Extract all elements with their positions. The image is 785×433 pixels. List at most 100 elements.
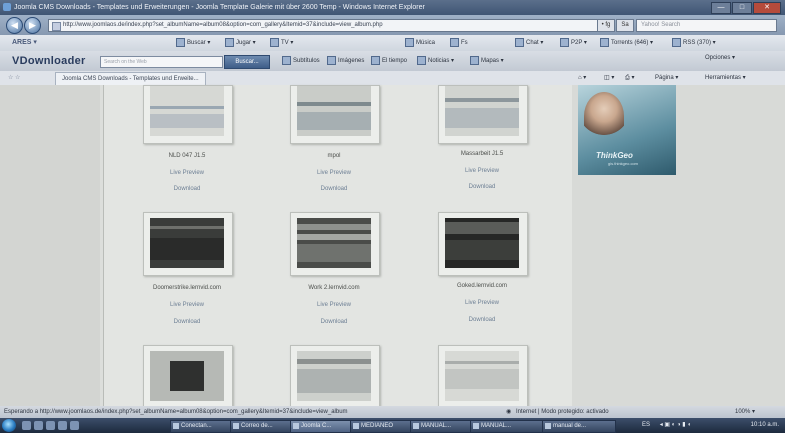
template-thumbnail[interactable] — [290, 212, 380, 276]
template-name: NLD 047 J1.5 — [168, 153, 206, 159]
download-link[interactable]: Download — [127, 319, 247, 325]
template-thumbnail[interactable] — [438, 212, 528, 276]
toolbar-item-imagenes[interactable]: Imágenes — [327, 51, 364, 71]
toolbar-item-fs[interactable]: Fs — [450, 35, 468, 51]
live-preview-link[interactable]: Live Preview — [127, 170, 247, 176]
live-preview-link[interactable]: Live Preview — [127, 302, 247, 308]
toolbar-item-p2p[interactable]: P2P ▾ — [560, 35, 587, 51]
toolbar-item-jugar[interactable]: Jugar ▾ — [225, 35, 256, 51]
address-bar[interactable]: http://www.joomlaos.de/index.php?set_alb… — [48, 19, 609, 32]
toolbar-search-button[interactable]: Buscar... — [224, 55, 270, 69]
live-preview-link[interactable]: Live Preview — [274, 170, 394, 176]
app-icon — [173, 423, 179, 429]
web-search-input[interactable]: Yahoo! Search — [636, 19, 777, 32]
template-name: Work 2.lernvid.com — [308, 285, 360, 291]
ie-icon — [3, 3, 11, 11]
navigation-bar: ◀ ▶ http://www.joomlaos.de/index.php?set… — [0, 15, 785, 35]
compatibility-button[interactable]: • fg — [597, 19, 615, 32]
toolbar-item-musica[interactable]: Música — [405, 35, 435, 51]
quick-launch-icon[interactable] — [34, 421, 43, 430]
toolbar-item-torrents[interactable]: Torrents (646) ▾ — [600, 35, 653, 51]
ares-toolbar: ARES ▾ Buscar ▾ Jugar ▾ TV ▾ Música Fs C… — [0, 35, 785, 51]
subtitles-icon — [282, 55, 291, 65]
feeds-icon[interactable]: ◫ ▾ — [604, 71, 614, 85]
template-thumbnail[interactable] — [290, 85, 380, 144]
template-name: Goked.lernvid.com — [456, 283, 508, 289]
toolbar-item-mapas[interactable]: Mapas ▾ — [470, 51, 504, 71]
print-icon[interactable]: ⎙ ▾ — [625, 71, 634, 85]
security-zone: Internet | Modo protegido: activado — [516, 409, 609, 415]
template-thumbnail[interactable] — [438, 85, 528, 144]
home-icon[interactable]: ⌂ ▾ — [578, 71, 586, 85]
download-link[interactable]: Download — [422, 184, 542, 190]
forward-button[interactable]: ▶ — [24, 17, 41, 34]
taskbar-item[interactable]: manual de... — [542, 420, 616, 433]
taskbar-item[interactable]: MANUAL... — [410, 420, 474, 433]
start-button[interactable] — [2, 419, 16, 432]
options-button[interactable]: Opciones ▾ — [705, 48, 735, 68]
download-link[interactable]: Download — [422, 317, 542, 323]
taskbar-item[interactable]: MEDIANEO — [350, 420, 414, 433]
language-indicator[interactable]: ES — [642, 422, 650, 428]
address-text: http://www.joomlaos.de/index.php?set_alb… — [63, 22, 383, 28]
zoom-level[interactable]: 100% ▾ — [735, 406, 755, 418]
taskbar-item-active[interactable]: Joomla C... — [290, 420, 354, 433]
back-button[interactable]: ◀ — [6, 17, 23, 34]
ares-brand[interactable]: ARES ▾ — [12, 35, 37, 51]
tab-row: ☆ ☆ Joomla CMS Downloads - Templates und… — [0, 71, 785, 86]
clock[interactable]: 10:10 a.m. — [751, 420, 779, 431]
taskbar-item[interactable]: Correo de... — [230, 420, 294, 433]
tab-joomla[interactable]: Joomla CMS Downloads - Templates und Erw… — [55, 72, 206, 85]
facebook-icon — [450, 37, 459, 47]
status-bar: Esperando a http://www.joomlaos.de/index… — [0, 406, 785, 418]
system-tray: ES ◂ ▣ ◐ ◑ ▮ ◖ 10:10 a.m. — [642, 420, 785, 431]
app-icon — [233, 423, 239, 429]
word-icon — [545, 423, 551, 429]
toolbar-item-tv[interactable]: TV ▾ — [270, 35, 293, 51]
quick-launch-icon[interactable] — [46, 421, 55, 430]
word-icon — [473, 423, 479, 429]
download-link[interactable]: Download — [274, 186, 394, 192]
template-screenshot — [445, 86, 519, 136]
torrent-icon — [600, 37, 609, 47]
refresh-button[interactable]: Sa — [616, 19, 634, 32]
tv-icon — [270, 37, 279, 47]
template-thumbnail[interactable] — [143, 85, 233, 144]
toolbar-item-buscar[interactable]: Buscar ▾ — [176, 35, 210, 51]
maximize-button[interactable]: □ — [732, 2, 752, 14]
toolbar-item-chat[interactable]: Chat ▾ — [515, 35, 543, 51]
toolbar-item-noticias[interactable]: Noticias ▾ — [417, 51, 454, 71]
live-preview-link[interactable]: Live Preview — [422, 168, 542, 174]
toolbar-search-input[interactable]: Search on the Web — [100, 56, 223, 68]
globe-icon: ◉ — [506, 409, 512, 415]
download-link[interactable]: Download — [274, 319, 394, 325]
toolbar-item-tiempo[interactable]: El tiempo — [371, 51, 407, 71]
quick-launch-icon[interactable] — [22, 421, 31, 430]
live-preview-link[interactable]: Live Preview — [274, 302, 394, 308]
favorites-star-icon[interactable]: ☆ ☆ — [8, 71, 20, 85]
quick-launch-icon[interactable] — [70, 421, 79, 430]
template-thumbnail[interactable] — [438, 345, 528, 409]
game-icon — [225, 37, 234, 47]
toolbar-item-subtitulos[interactable]: Subtítulos — [282, 51, 320, 71]
template-thumbnail[interactable] — [143, 345, 233, 409]
taskbar-item[interactable]: MANUAL... — [470, 420, 544, 433]
close-button[interactable]: ✕ — [753, 2, 781, 14]
taskbar: Conectan... Correo de... Joomla C... MED… — [0, 418, 785, 433]
page-menu[interactable]: Página ▾ — [655, 71, 678, 85]
page-icon — [52, 22, 61, 31]
minimize-button[interactable]: — — [711, 2, 731, 14]
template-screenshot — [445, 218, 519, 268]
tools-menu[interactable]: Herramientas ▾ — [705, 71, 746, 85]
ad-person-image — [584, 92, 624, 140]
download-link[interactable]: Download — [127, 186, 247, 192]
window-title: Joomla CMS Downloads - Templates und Erw… — [14, 4, 425, 11]
title-bar: Joomla CMS Downloads - Templates und Erw… — [0, 0, 785, 15]
template-thumbnail[interactable] — [143, 212, 233, 276]
taskbar-item[interactable]: Conectan... — [170, 420, 234, 433]
template-thumbnail[interactable] — [290, 345, 380, 409]
template-screenshot — [150, 218, 224, 268]
quick-launch-icon[interactable] — [58, 421, 67, 430]
tray-icons[interactable]: ◂ ▣ ◐ ◑ ▮ ◖ — [660, 422, 691, 428]
live-preview-link[interactable]: Live Preview — [422, 300, 542, 306]
